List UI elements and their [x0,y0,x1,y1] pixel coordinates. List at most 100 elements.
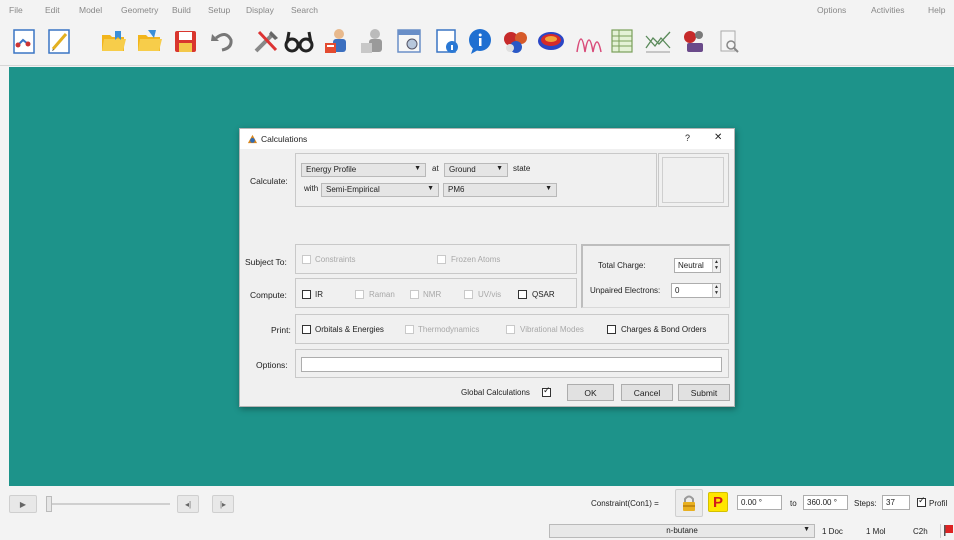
spreadsheet-table-icon[interactable] [607,26,637,56]
spreadsheet-icon[interactable] [394,26,424,56]
properties-icon[interactable] [679,26,709,56]
profile-p-label: P [712,493,723,511]
animation-bar: ▶ ◂| |▸ Constraint(Con1) = P 0.00 ° to 3… [0,486,954,522]
open-recent-icon[interactable] [134,26,164,56]
global-calculations-checkbox[interactable] [542,386,551,397]
vibrational-modes-checkbox[interactable] [506,325,515,334]
preview-box [662,157,724,203]
menu-bar: File Edit Model Geometry Build Setup Dis… [0,0,954,20]
document-info-icon[interactable] [431,26,461,56]
from-value-field[interactable]: 0.00 ° [737,495,782,510]
options-input[interactable] [301,357,722,372]
chat-icon[interactable] [465,26,495,56]
subject-to-group: Constraints Frozen Atoms [295,244,577,274]
nmr-label: NMR [423,290,442,299]
animation-slider-track[interactable] [46,503,170,505]
options-group [295,349,729,378]
flag-icon[interactable] [940,524,954,538]
state-label: state [513,164,531,173]
menu-options[interactable]: Options [817,5,846,15]
symmetry-label: C2h [913,527,928,536]
open-folder-icon[interactable] [98,26,128,56]
uvvis-label: UV/vis [478,290,502,299]
menu-help[interactable]: Help [928,5,945,15]
surface-icon[interactable] [536,26,566,56]
view-glasses-icon[interactable] [284,26,314,56]
constraints-checkbox[interactable] [302,255,311,264]
steps-field[interactable]: 37 [882,495,910,510]
unpaired-electrons-field[interactable]: 0 ▲ ▼ [671,283,721,298]
submit-button[interactable]: Submit [678,384,730,401]
chevron-down-icon: ▼ [545,185,552,192]
save-icon[interactable] [170,26,200,56]
raman-label: Raman [369,290,395,299]
guess-icon[interactable] [358,26,388,56]
chevron-down-icon: ▼ [427,185,434,192]
basis-select[interactable]: PM6 ▼ [443,183,557,197]
global-calculations-label: Global Calculations [461,388,530,397]
molecule-select[interactable]: n-butane ▼ [549,524,815,538]
calculations-icon[interactable] [322,26,352,56]
monitor-icon[interactable] [714,26,744,56]
thermodynamics-checkbox[interactable] [405,325,414,334]
app-logo-icon [247,134,258,144]
close-icon[interactable]: ✕ [714,132,722,143]
dialog-titlebar[interactable]: Calculations ? ✕ [240,129,734,149]
ir-checkbox[interactable] [302,290,311,299]
qsar-checkbox[interactable] [518,290,527,299]
plots-icon[interactable] [643,26,673,56]
to-value: 360.00 ° [807,498,837,507]
menu-activities[interactable]: Activities [871,5,905,15]
nmr-checkbox[interactable] [410,290,419,299]
help-button[interactable]: ? [685,133,690,143]
molecule-name: n-butane [666,526,698,535]
spinner-icon[interactable]: ▲ ▼ [712,284,720,297]
status-bar: n-butane ▼ 1 Doc 1 Mol C2h [0,522,954,540]
total-charge-field[interactable]: Neutral ▲ ▼ [674,258,721,273]
menu-file[interactable]: File [9,5,23,15]
new-document-icon[interactable] [9,26,39,56]
next-frame-button[interactable]: |▸ [212,495,234,513]
edit-icon[interactable] [44,26,74,56]
compute-label: Compute: [250,290,287,300]
uvvis-checkbox[interactable] [464,290,473,299]
menu-setup[interactable]: Setup [208,5,230,15]
menu-geometry[interactable]: Geometry [121,5,158,15]
frozen-atoms-checkbox[interactable] [437,255,446,264]
lock-button[interactable] [675,489,703,517]
total-charge-label: Total Charge: [598,261,646,270]
spinner-icon[interactable]: ▲ ▼ [712,259,720,272]
method-select[interactable]: Semi-Empirical ▼ [321,183,439,197]
undo-icon[interactable] [208,26,238,56]
profile-checkbox[interactable] [917,496,926,507]
print-group: Orbitals & Energies Thermodynamics Vibra… [295,314,729,344]
calc-type-select[interactable]: Energy Profile ▼ [301,163,426,177]
spectra-icon[interactable] [574,26,604,56]
app-window: File Edit Model Geometry Build Setup Dis… [0,0,954,540]
state-select[interactable]: Ground ▼ [444,163,508,177]
charges-checkbox[interactable] [607,325,616,334]
play-button[interactable]: ▶ [9,495,37,513]
menu-model[interactable]: Model [79,5,102,15]
menu-search[interactable]: Search [291,5,318,15]
profile-p-button[interactable]: P [708,492,728,512]
menu-build[interactable]: Build [172,5,191,15]
build-tools-icon[interactable] [251,26,281,56]
menu-display[interactable]: Display [246,5,274,15]
animation-slider-handle[interactable] [46,496,52,512]
to-value-field[interactable]: 360.00 ° [803,495,848,510]
orbitals-checkbox[interactable] [302,325,311,334]
frozen-atoms-label: Frozen Atoms [451,255,501,264]
molecule-icon[interactable] [501,26,531,56]
cancel-button[interactable]: Cancel [621,384,673,401]
raman-checkbox[interactable] [355,290,364,299]
ok-button[interactable]: OK [567,384,614,401]
ir-label: IR [315,290,323,299]
prev-frame-button[interactable]: ◂| [177,495,199,513]
chevron-down-icon: ▼ [803,526,810,533]
doc-count: 1 Doc [822,527,843,536]
calculate-group: Energy Profile ▼ at Ground ▼ state with Se… [295,153,657,207]
from-value: 0.00 ° [741,498,762,507]
at-label: at [432,164,439,173]
menu-edit[interactable]: Edit [45,5,60,15]
